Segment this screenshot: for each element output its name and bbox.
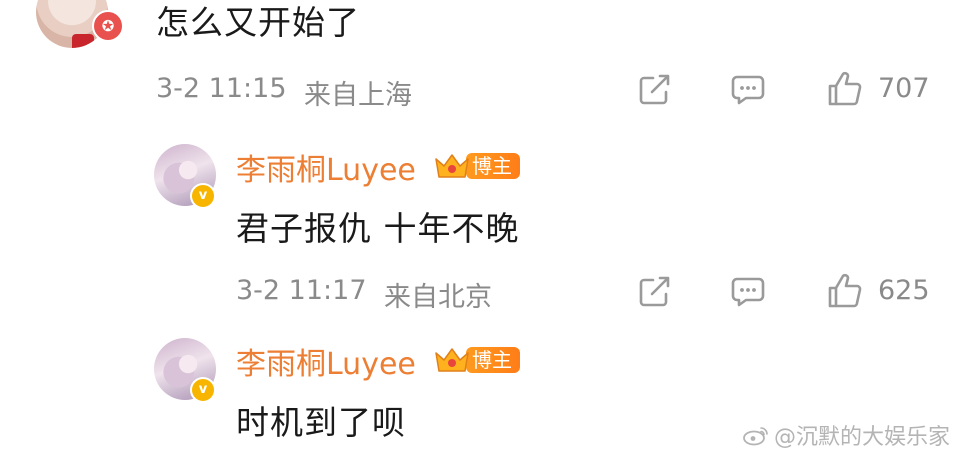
watermark-text: @沉默的大娱乐家 xyxy=(773,425,950,450)
comment-text: 怎么又开始了 xyxy=(156,3,360,42)
reply-location: 来自北京 xyxy=(384,282,492,313)
watermark: @沉默的大娱乐家 xyxy=(742,419,950,451)
red-star-badge-icon: ✪ xyxy=(92,10,124,42)
avatar-detail xyxy=(72,34,94,48)
blogger-label: 博主 xyxy=(466,347,520,373)
verified-icon: v xyxy=(190,183,216,209)
comment-time: 3-2 11:15 xyxy=(156,73,287,104)
like-count: 625 xyxy=(878,275,930,306)
verified-icon: v xyxy=(190,377,216,403)
blogger-label: 博主 xyxy=(466,153,520,179)
reply-text: 时机到了呗 xyxy=(236,403,406,442)
comment-icon[interactable] xyxy=(729,70,767,108)
share-icon[interactable] xyxy=(636,272,674,310)
reply-text: 君子报仇 十年不晚 xyxy=(236,209,520,248)
comment-location: 来自上海 xyxy=(304,80,412,111)
share-icon[interactable] xyxy=(636,70,674,108)
like-icon[interactable] xyxy=(826,70,864,108)
like-icon[interactable] xyxy=(826,272,864,310)
crown-icon xyxy=(432,345,472,375)
comment-icon[interactable] xyxy=(729,272,767,310)
reply-username[interactable]: 李雨桐Luyee xyxy=(236,145,416,189)
blogger-badge: 博主 xyxy=(432,151,520,181)
crown-icon xyxy=(432,151,472,181)
weibo-logo-icon xyxy=(742,424,770,446)
reply-time: 3-2 11:17 xyxy=(236,275,367,306)
reply-username[interactable]: 李雨桐Luyee xyxy=(236,339,416,383)
blogger-badge: 博主 xyxy=(432,345,520,375)
like-count: 707 xyxy=(878,73,930,104)
